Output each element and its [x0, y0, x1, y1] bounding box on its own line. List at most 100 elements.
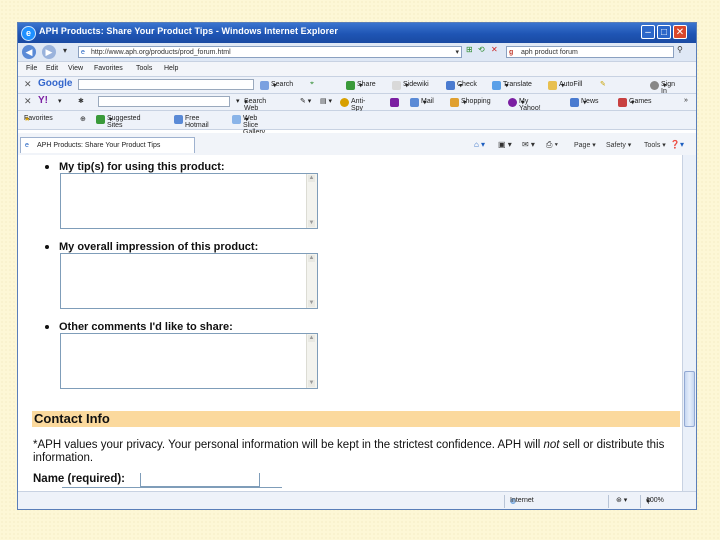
tab-aph-products[interactable]: e APH Products: Share Your Product Tips	[20, 137, 195, 153]
scroll-up-icon[interactable]: ▲	[308, 175, 315, 182]
suggested-sites-button[interactable]: Suggested Sites ▾	[96, 115, 140, 129]
name-input[interactable]	[140, 473, 260, 487]
zoom-button[interactable]: ⚲ 100% ▾	[646, 497, 664, 505]
edit-icon[interactable]: ✎ ▾	[300, 97, 311, 105]
bookmark-icon[interactable]: ▤ ▾	[320, 97, 332, 105]
web-slice-gallery-button[interactable]: Web Slice Gallery ▾	[232, 115, 265, 136]
free-hotmail-link[interactable]: Free Hotmail	[174, 115, 209, 129]
google-toolbar: ✕ Google Search ▾ ⌖ Share ▾ Sidewiki ▾ C…	[18, 77, 696, 95]
add-favorites-icon[interactable]: ⊕	[80, 115, 86, 123]
search-input[interactable]: g aph product forum	[506, 46, 674, 58]
textarea-scrollbar[interactable]: ▲ ▼	[306, 334, 317, 388]
bullet-icon	[45, 165, 49, 170]
yahoo-dropdown-icon[interactable]: ▾	[58, 97, 62, 105]
search-icon[interactable]: ⚲	[677, 45, 683, 54]
sidewiki-button[interactable]: Sidewiki ▾	[392, 81, 429, 90]
menu-view[interactable]: View	[68, 65, 83, 72]
wrench-icon[interactable]: ✎	[600, 80, 606, 88]
games-button[interactable]: Games ▾	[618, 98, 652, 107]
chevron-right-icon[interactable]: »	[684, 97, 688, 104]
web-slice-icon	[232, 115, 241, 124]
safety-menu[interactable]: Safety ▾	[606, 141, 631, 149]
news-button[interactable]: News ▾	[570, 98, 599, 107]
back-button[interactable]: ◀	[22, 45, 36, 59]
minimize-button[interactable]: –	[641, 25, 655, 39]
browser-window: e APH Products: Share Your Product Tips …	[17, 22, 697, 510]
scroll-up-icon[interactable]: ▲	[308, 255, 315, 262]
my-yahoo-button[interactable]: My Yahoo! ▾	[508, 98, 541, 112]
dropdown-icon[interactable]: ▾	[63, 46, 67, 55]
shopping-button[interactable]: Shopping ▾	[450, 98, 491, 107]
page-scrollbar[interactable]	[682, 155, 696, 491]
scroll-down-icon[interactable]: ▼	[308, 300, 315, 307]
yahoo-search-input[interactable]	[98, 96, 230, 107]
mail-icon	[410, 98, 419, 107]
compat-icon[interactable]: ⊞	[466, 45, 473, 54]
comments-textarea[interactable]: ▲ ▼	[60, 333, 318, 389]
feeds-icon[interactable]: ▣ ▾	[498, 140, 512, 149]
stop-icon[interactable]: ✕	[491, 45, 498, 54]
tab-bar: e APH Products: Share Your Product Tips …	[18, 133, 696, 156]
sign-in-button[interactable]: Sign In ▾	[650, 81, 675, 95]
ie-icon: e	[21, 26, 36, 41]
yahoo-logo: Y!	[38, 95, 48, 106]
menu-tools[interactable]: Tools	[136, 65, 152, 72]
messenger-icon[interactable]	[390, 98, 401, 107]
share-icon	[346, 81, 355, 90]
print-icon[interactable]: ⎙ ▾	[546, 140, 558, 150]
close-button[interactable]: ✕	[673, 25, 687, 39]
protected-mode-icon[interactable]: ⊛ ▾	[616, 496, 627, 504]
sidewiki-icon	[392, 81, 401, 90]
name-label: Name (required):	[33, 473, 126, 485]
toolbar-close-icon[interactable]: ✕	[24, 79, 32, 90]
scroll-up-icon[interactable]: ▲	[308, 335, 315, 342]
games-icon	[618, 98, 627, 107]
search-web-button[interactable]: Search Web ▾	[244, 98, 266, 112]
check-button[interactable]: Check ▾	[446, 81, 477, 90]
scroll-down-icon[interactable]: ▼	[308, 380, 315, 387]
pencil-icon[interactable]: ✱	[78, 97, 84, 105]
hotmail-icon	[174, 115, 183, 124]
url-input[interactable]: e http://www.aph.org/products/prod_forum…	[78, 46, 462, 58]
title-bar: e APH Products: Share Your Product Tips …	[18, 23, 696, 43]
google-search-button[interactable]: Search ▾	[260, 81, 293, 90]
textarea-scrollbar[interactable]: ▲ ▼	[306, 254, 317, 308]
maximize-button[interactable]: □	[657, 25, 671, 39]
autofill-button[interactable]: AutoFill ▾	[548, 81, 582, 90]
tips-textarea[interactable]: ▲ ▼	[60, 173, 318, 229]
textarea-scrollbar[interactable]: ▲ ▼	[306, 174, 317, 228]
menu-file[interactable]: File	[26, 65, 37, 72]
scrollbar-thumb[interactable]	[684, 371, 695, 427]
news-icon	[570, 98, 579, 107]
privacy-notice: *APH values your privacy. Your personal …	[33, 439, 665, 464]
menu-favorites[interactable]: Favorites	[94, 65, 123, 72]
page-icon: e	[81, 49, 85, 56]
scroll-down-icon[interactable]: ▼	[308, 220, 315, 227]
yahoo-input-dropdown-icon[interactable]: ▾	[236, 97, 240, 105]
autofill-icon	[548, 81, 557, 90]
menu-help[interactable]: Help	[164, 65, 178, 72]
bullet-icon	[45, 325, 49, 330]
refresh-icon[interactable]: ⟲	[478, 45, 485, 54]
help-icon[interactable]: ❓▾	[670, 140, 684, 149]
google-search-input[interactable]	[78, 79, 254, 90]
google-logo: Google	[38, 78, 73, 89]
toolbar-close-icon[interactable]: ✕	[24, 96, 32, 107]
page-content: My tip(s) for using this product: ▲ ▼ My …	[18, 155, 682, 491]
translate-icon	[492, 81, 501, 90]
url-dropdown-icon[interactable]: ▾	[455, 47, 459, 57]
menu-edit[interactable]: Edit	[46, 65, 58, 72]
anti-spy-button[interactable]: Anti-Spy	[340, 98, 365, 112]
status-bar: ◍ Internet ⊛ ▾ ⚲ 100% ▾	[18, 491, 696, 509]
mail-button[interactable]: Mail ▾	[410, 98, 434, 107]
mail-icon[interactable]: ✉ ▾	[522, 140, 535, 149]
share-button[interactable]: Share ▾	[346, 81, 376, 90]
question-tips: My tip(s) for using this product:	[45, 161, 225, 173]
impression-textarea[interactable]: ▲ ▼	[60, 253, 318, 309]
translate-button[interactable]: Translate ▾	[492, 81, 532, 90]
page-menu[interactable]: Page ▾	[574, 141, 596, 149]
forward-button[interactable]: ▶	[42, 45, 56, 59]
home-icon[interactable]: ⌂ ▾	[474, 140, 485, 149]
tools-menu[interactable]: Tools ▾	[644, 141, 666, 149]
pin-icon[interactable]: ⌖	[310, 80, 314, 88]
